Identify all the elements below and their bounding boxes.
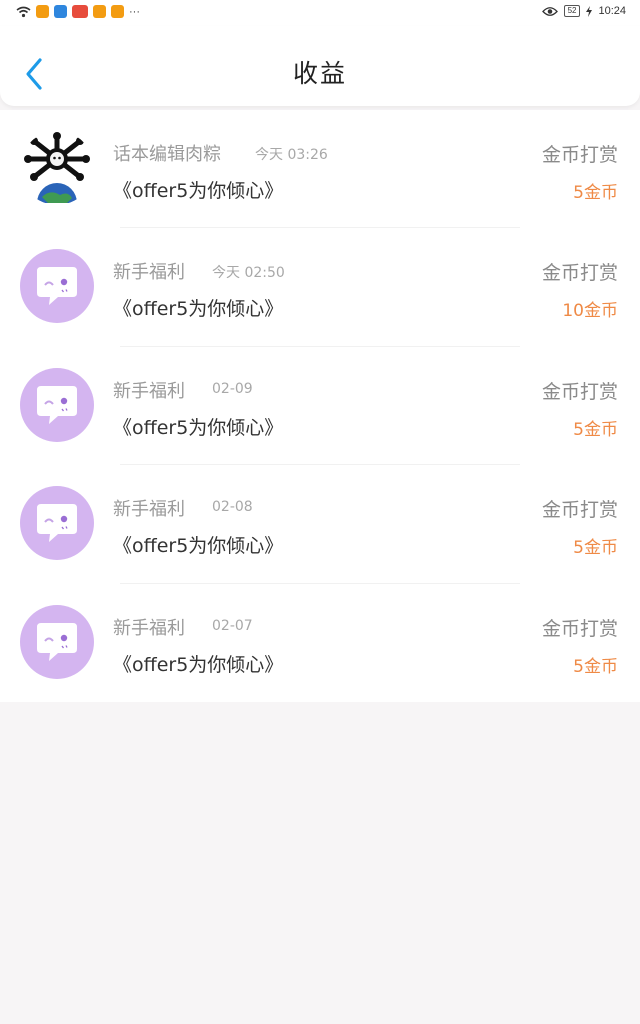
earnings-list: 话本编辑肉粽 今天 03:26 《offer5为你倾心》 金币打赏 5金币 新手… (0, 110, 640, 702)
book-title: 《offer5为你倾心》 (113, 416, 284, 439)
reward-type: 金币打赏 (541, 617, 618, 640)
sender-name: 新手福利 (113, 617, 185, 639)
avatar (20, 604, 94, 679)
reward-amount: 5金币 (573, 183, 618, 203)
book-title: 《offer5为你倾心》 (113, 535, 284, 558)
app-header: 收益 (0, 26, 640, 106)
status-time: 10:24 (598, 5, 626, 17)
reward-amount: 5金币 (573, 538, 618, 559)
avatar (20, 486, 94, 561)
app-notification-icon (72, 5, 88, 18)
earnings-row[interactable]: 新手福利 02-08 《offer5为你倾心》 金币打赏 5金币 (0, 465, 640, 584)
earnings-row[interactable]: 新手福利 今天 02:50 《offer5为你倾心》 金币打赏 10金币 (0, 228, 640, 347)
reward-type: 金币打赏 (541, 144, 618, 166)
more-notifications-icon: ··· (129, 5, 140, 18)
timestamp: 02-09 (212, 380, 253, 397)
timestamp: 今天 02:50 (212, 265, 285, 282)
battery-icon: 52 (563, 5, 581, 17)
status-icons-left: ··· (16, 5, 140, 18)
reward-type: 金币打赏 (541, 262, 618, 285)
sender-name: 新手福利 (113, 262, 185, 284)
earnings-row[interactable]: 话本编辑肉粽 今天 03:26 《offer5为你倾心》 金币打赏 5金币 (0, 110, 640, 229)
book-title: 《offer5为你倾心》 (113, 180, 284, 202)
book-title: 《offer5为你倾心》 (113, 653, 284, 676)
avatar (20, 367, 94, 442)
app-notification-icon (36, 5, 49, 18)
reward-amount: 5金币 (573, 419, 618, 440)
reward-type: 金币打赏 (541, 499, 618, 522)
page-title: 收益 (292, 59, 347, 88)
sender-name: 新手福利 (113, 499, 185, 521)
charging-icon (586, 5, 593, 17)
avatar (20, 249, 94, 324)
reward-amount: 10金币 (562, 301, 618, 322)
timestamp: 今天 03:26 (255, 147, 328, 163)
chat-bubble-icon (37, 385, 77, 424)
wifi-icon (16, 6, 31, 17)
chat-bubble-icon (37, 622, 77, 661)
timestamp: 02-07 (212, 617, 253, 634)
avatar (20, 131, 94, 205)
chat-bubble-icon (37, 504, 77, 543)
status-bar: ··· 52 10:24 (0, 0, 640, 26)
book-title: 《offer5为你倾心》 (113, 298, 284, 321)
sender-name: 新手福利 (113, 380, 185, 402)
sender-name: 话本编辑肉粽 (113, 144, 221, 165)
reward-type: 金币打赏 (541, 380, 618, 403)
earnings-row[interactable]: 新手福利 02-07 《offer5为你倾心》 金币打赏 5金币 (0, 584, 640, 702)
status-icons-right: 52 10:24 (541, 5, 626, 17)
spiky-ball-globe-icon (24, 132, 90, 203)
earnings-row[interactable]: 新手福利 02-09 《offer5为你倾心》 金币打赏 5金币 (0, 347, 640, 466)
app-notification-icon (93, 5, 106, 18)
app-notification-icon (54, 5, 67, 18)
chat-bubble-icon (37, 267, 77, 306)
eye-icon (541, 6, 558, 16)
timestamp: 02-08 (212, 499, 253, 516)
reward-amount: 5金币 (573, 656, 618, 677)
app-notification-icon (111, 5, 124, 18)
